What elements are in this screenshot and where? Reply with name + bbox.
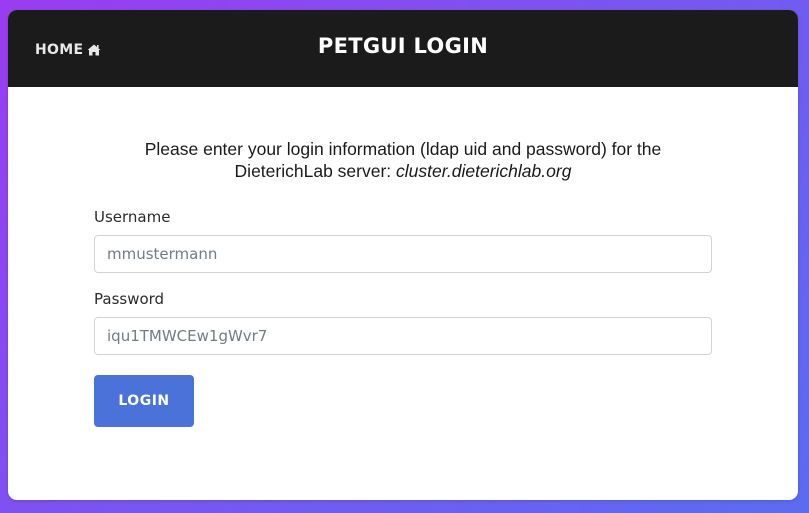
login-card: HOME PETGUI LOGIN Please enter your logi…: [8, 10, 798, 500]
password-label: Password: [94, 290, 165, 308]
server-name: cluster.dieterichlab.org: [396, 161, 572, 181]
intro-text: Please enter your login information (lda…: [94, 138, 712, 182]
password-input[interactable]: [94, 317, 712, 355]
username-label: Username: [94, 208, 171, 226]
page-title: PETGUI LOGIN: [317, 34, 489, 58]
login-button[interactable]: LOGIN: [94, 375, 194, 427]
header-bar: HOME PETGUI LOGIN: [8, 10, 798, 87]
username-input[interactable]: [94, 235, 712, 273]
